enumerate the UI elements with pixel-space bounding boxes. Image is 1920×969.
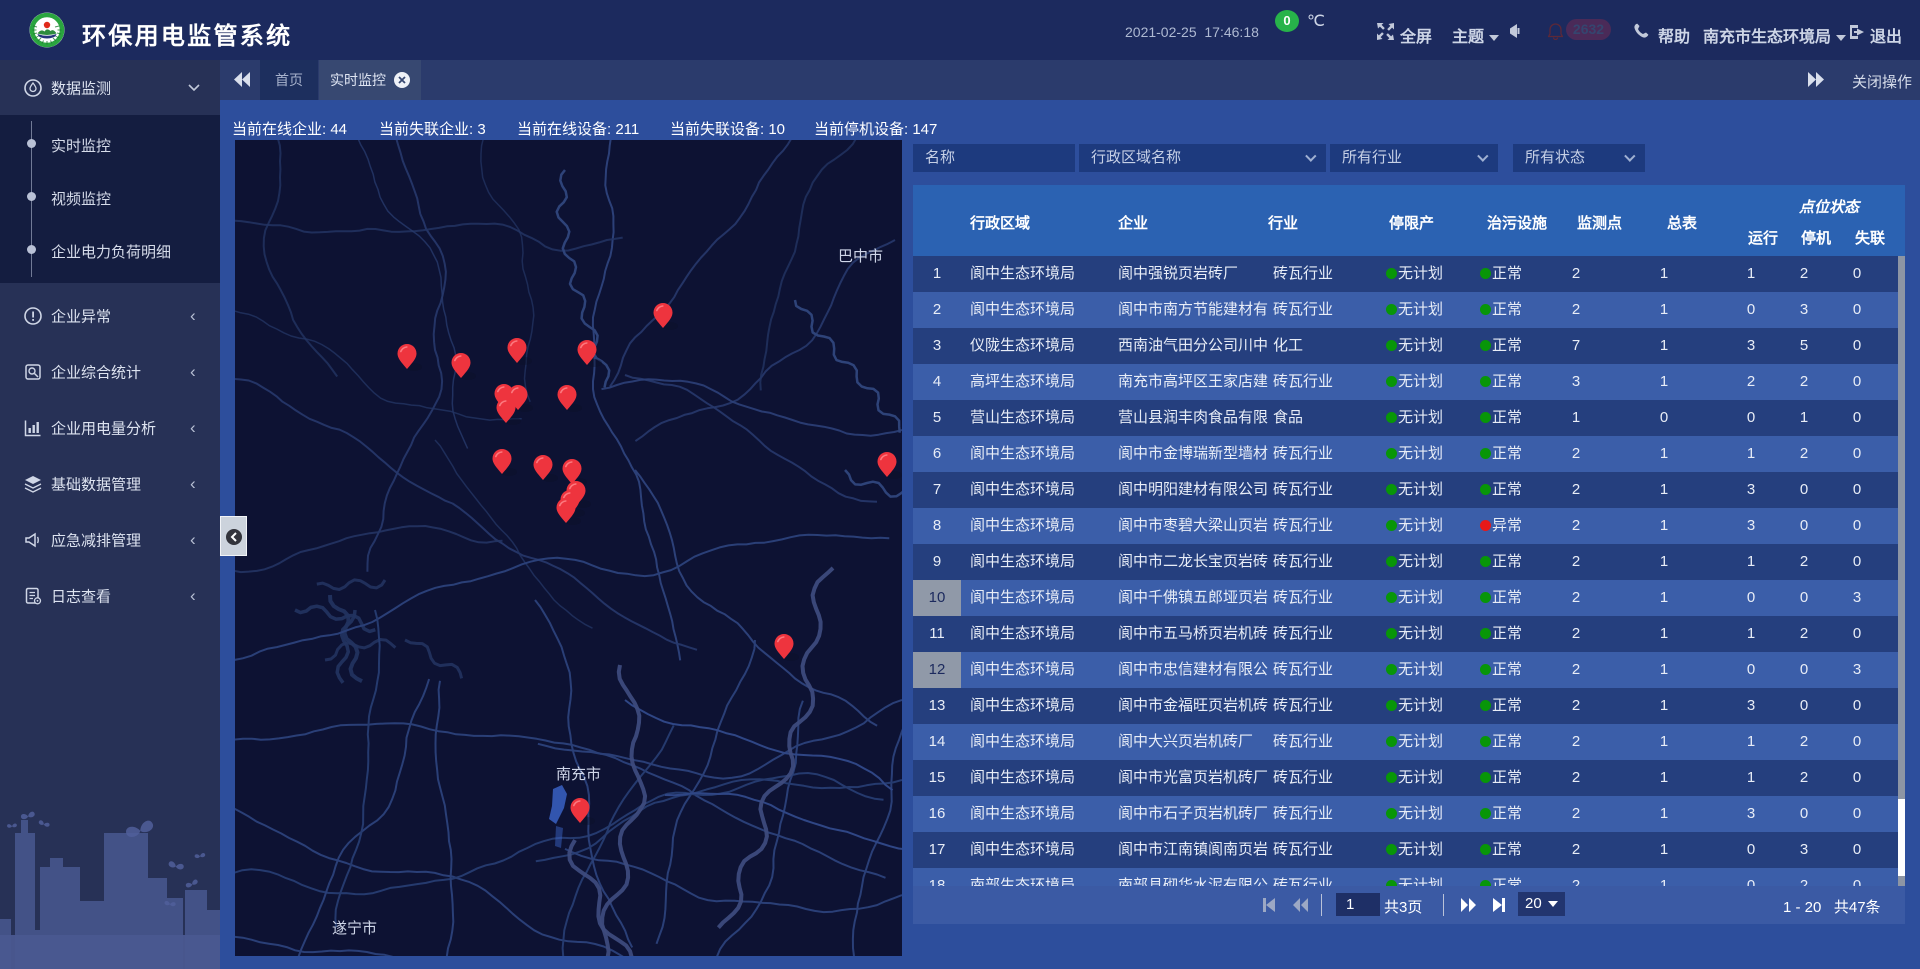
svg-text:南充市: 南充市 <box>556 766 601 783</box>
svg-text:遂宁市: 遂宁市 <box>332 920 377 937</box>
svg-text:巴中市: 巴中市 <box>838 248 883 265</box>
